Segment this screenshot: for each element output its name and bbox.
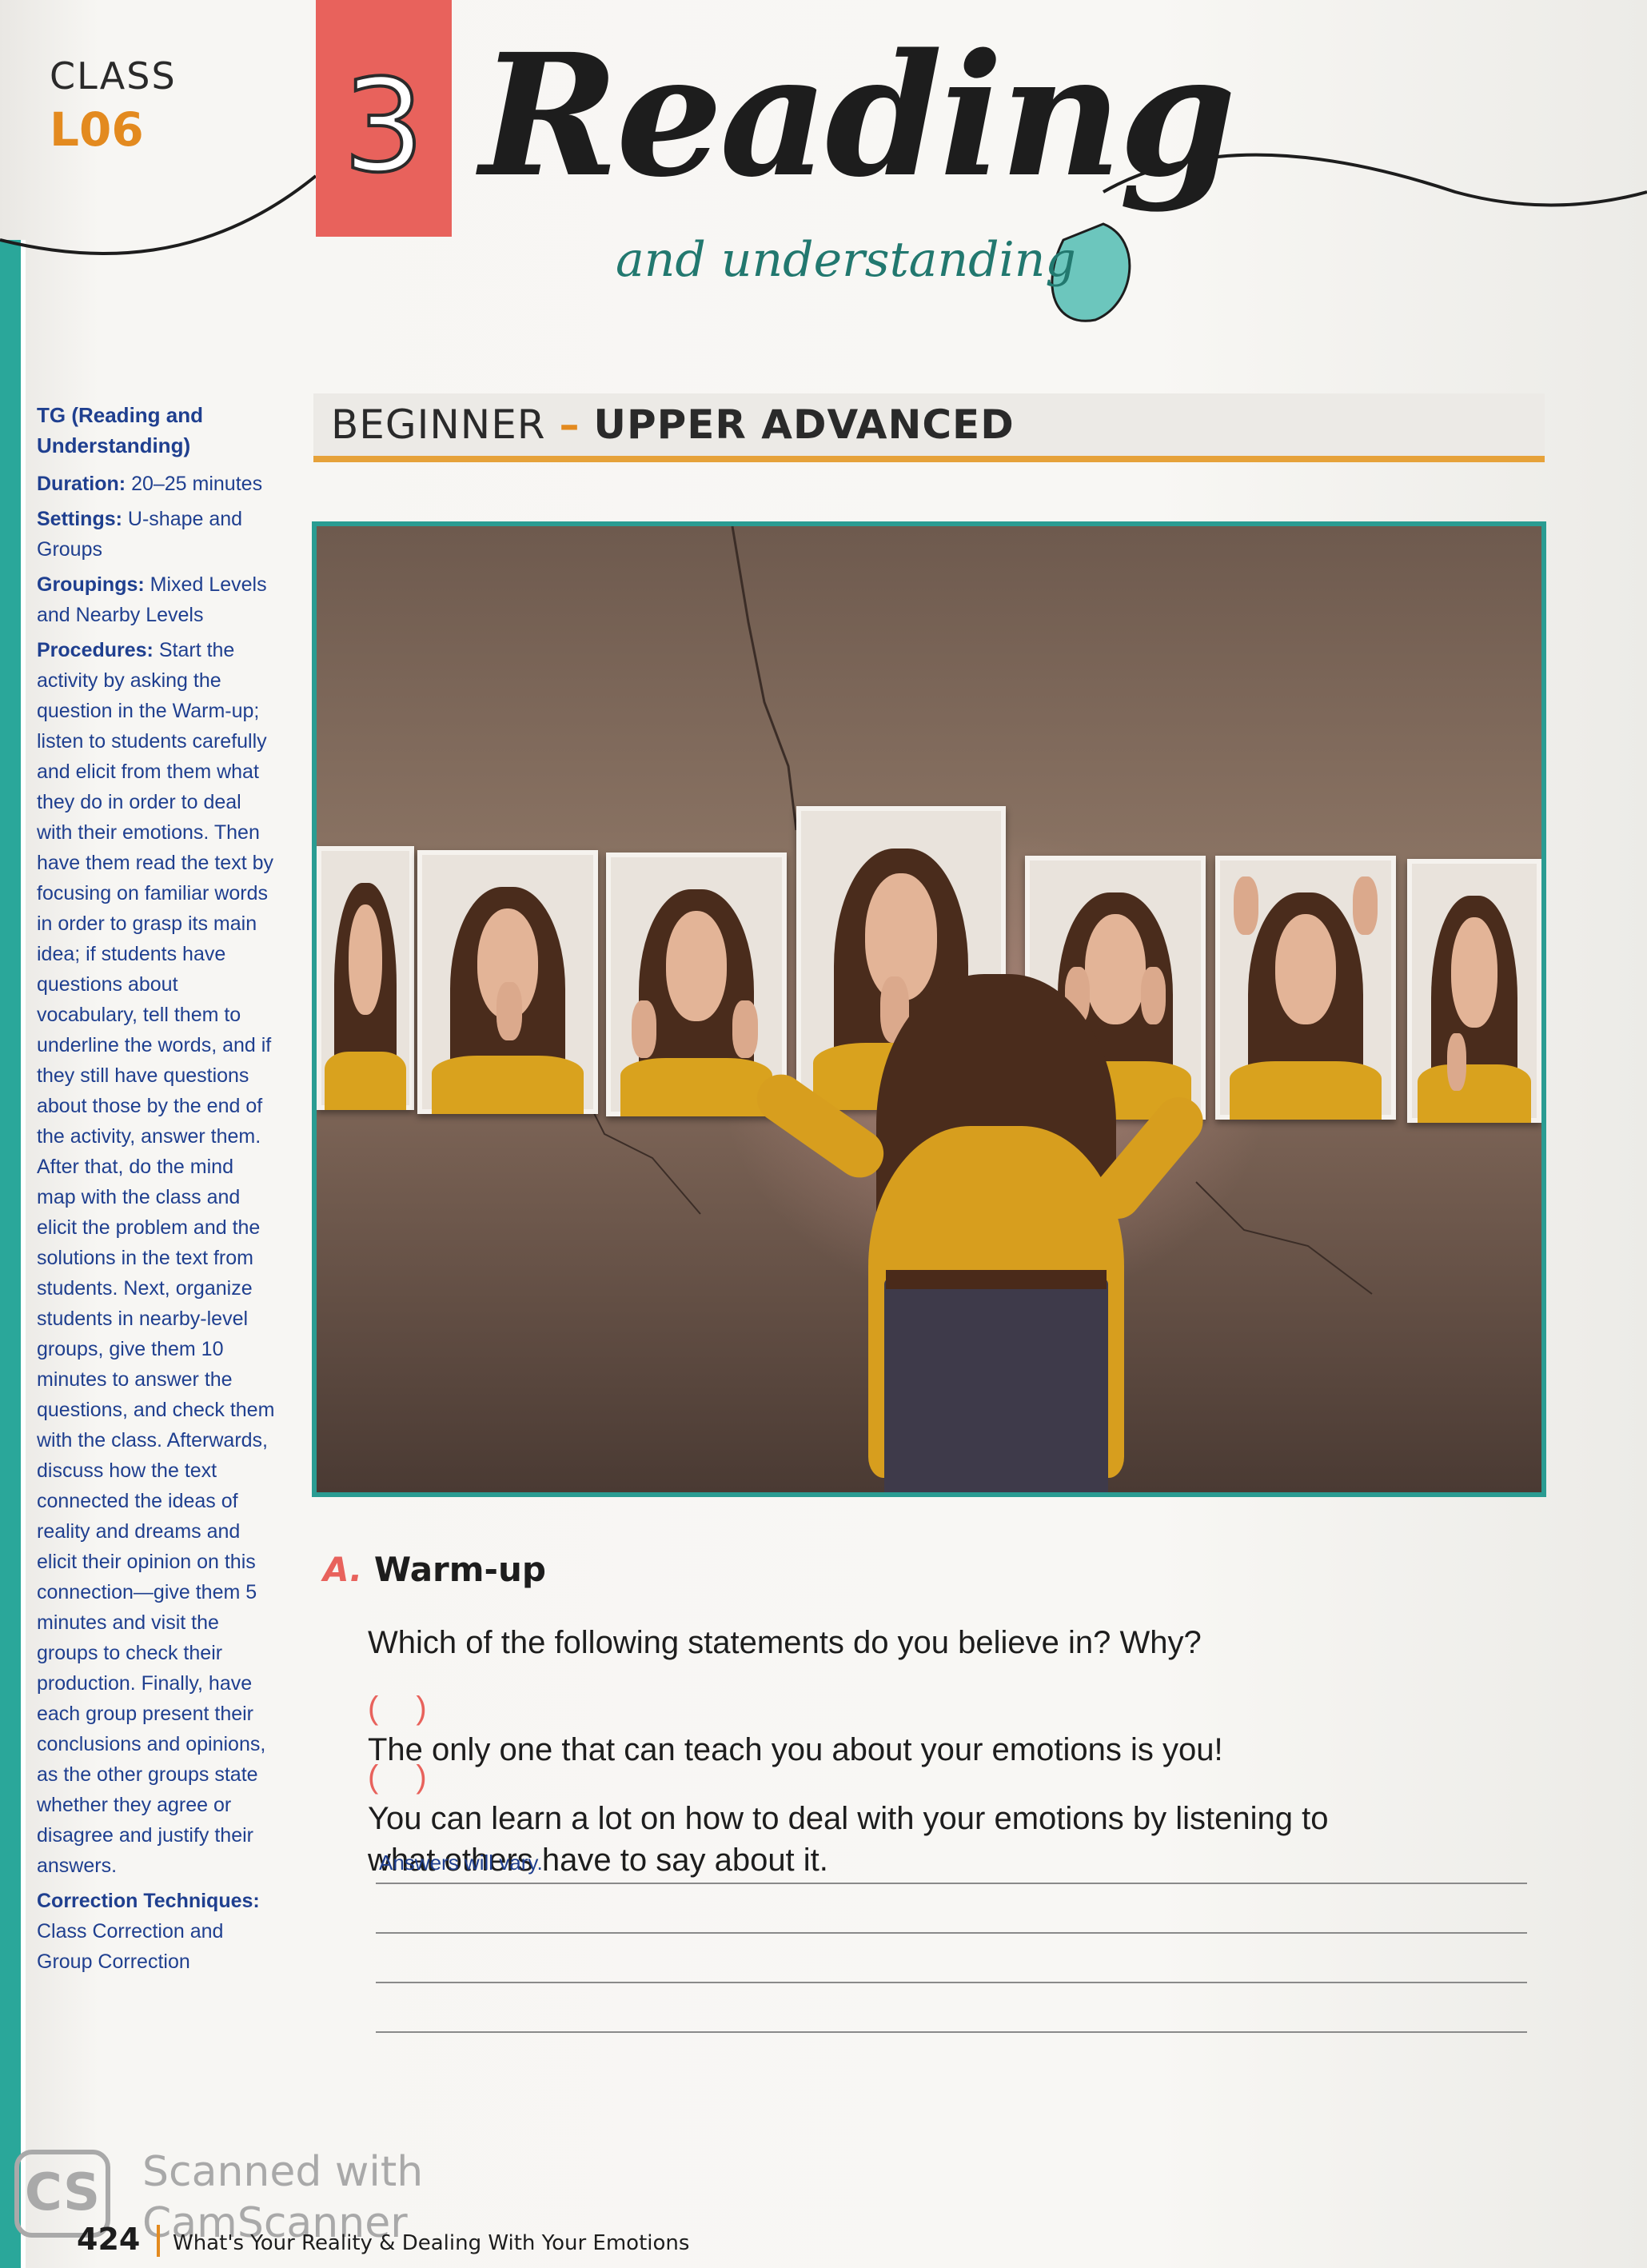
answer-line[interactable]: [376, 1932, 1527, 1934]
answer-line[interactable]: [376, 1982, 1527, 1983]
person-belt: [886, 1270, 1107, 1289]
warmup-letter: A.: [323, 1550, 363, 1589]
sidebar-groupings: Groupings: Mixed Levels and Nearby Level…: [37, 569, 277, 630]
page-title: Reading: [480, 17, 1236, 214]
person-jeans: [884, 1278, 1108, 1492]
sidebar-settings: Settings: U-shape and Groups: [37, 504, 277, 565]
warmup-title: Warm-up: [373, 1550, 546, 1589]
answer-line[interactable]: [376, 2031, 1527, 2033]
page-subtitle: and understanding: [616, 232, 1076, 288]
sidebar-procedures: Procedures: Start the activity by asking…: [37, 635, 277, 1881]
level-separator: –: [559, 401, 580, 448]
emotion-photo-2: [417, 850, 598, 1114]
option-checkbox[interactable]: ( ): [368, 1759, 441, 1795]
main-photo: [312, 521, 1546, 1497]
procedures-value: Start the activity by asking the questio…: [37, 639, 275, 1877]
class-label: CLASS: [50, 54, 177, 98]
settings-label: Settings:: [37, 508, 122, 530]
page-edge-highlight: [21, 240, 26, 2268]
sidebar-duration: Duration: 20–25 minutes: [37, 469, 277, 499]
emotion-photo-7: [1407, 859, 1541, 1123]
page-edge-stripe: [0, 240, 21, 2268]
page-number: 424: [77, 2222, 141, 2257]
running-title: What's Your Reality & Dealing With Your …: [173, 2231, 690, 2255]
sidebar-title: TG (Reading and Understanding): [37, 403, 203, 457]
level-to: UPPER ADVANCED: [593, 401, 1015, 448]
level-banner: BEGINNER – UPPER ADVANCED: [313, 393, 1545, 462]
duration-value: 20–25 minutes: [131, 473, 263, 495]
class-code: L06: [50, 102, 144, 157]
emotion-photo-6: [1215, 856, 1396, 1120]
warmup-question: Which of the following statements do you…: [368, 1625, 1202, 1660]
emotion-photo-3: [606, 852, 787, 1116]
footer-divider: [157, 2225, 160, 2257]
answer-line[interactable]: [376, 1883, 1527, 1884]
emotion-photo-1: [317, 846, 414, 1110]
option-checkbox[interactable]: ( ): [368, 1691, 441, 1726]
procedures-label: Procedures:: [37, 639, 154, 661]
sidebar-correction: Correction Techniques: Class Correction …: [37, 1886, 277, 1977]
duration-label: Duration:: [37, 473, 126, 495]
chapter-number: 3: [341, 51, 426, 201]
level-from: BEGINNER: [331, 401, 546, 448]
correction-label: Correction Techniques:: [37, 1890, 260, 1912]
warmup-heading: A. Warm-up: [323, 1550, 546, 1589]
teacher-guide-sidebar: TG (Reading and Understanding) Duration:…: [37, 400, 277, 1982]
level-text: BEGINNER – UPPER ADVANCED: [331, 401, 1015, 448]
groupings-label: Groupings:: [37, 573, 145, 596]
correction-value: Class Correction and Group Correction: [37, 1920, 224, 1973]
answer-hint: Answers will vary.: [379, 1851, 543, 1875]
